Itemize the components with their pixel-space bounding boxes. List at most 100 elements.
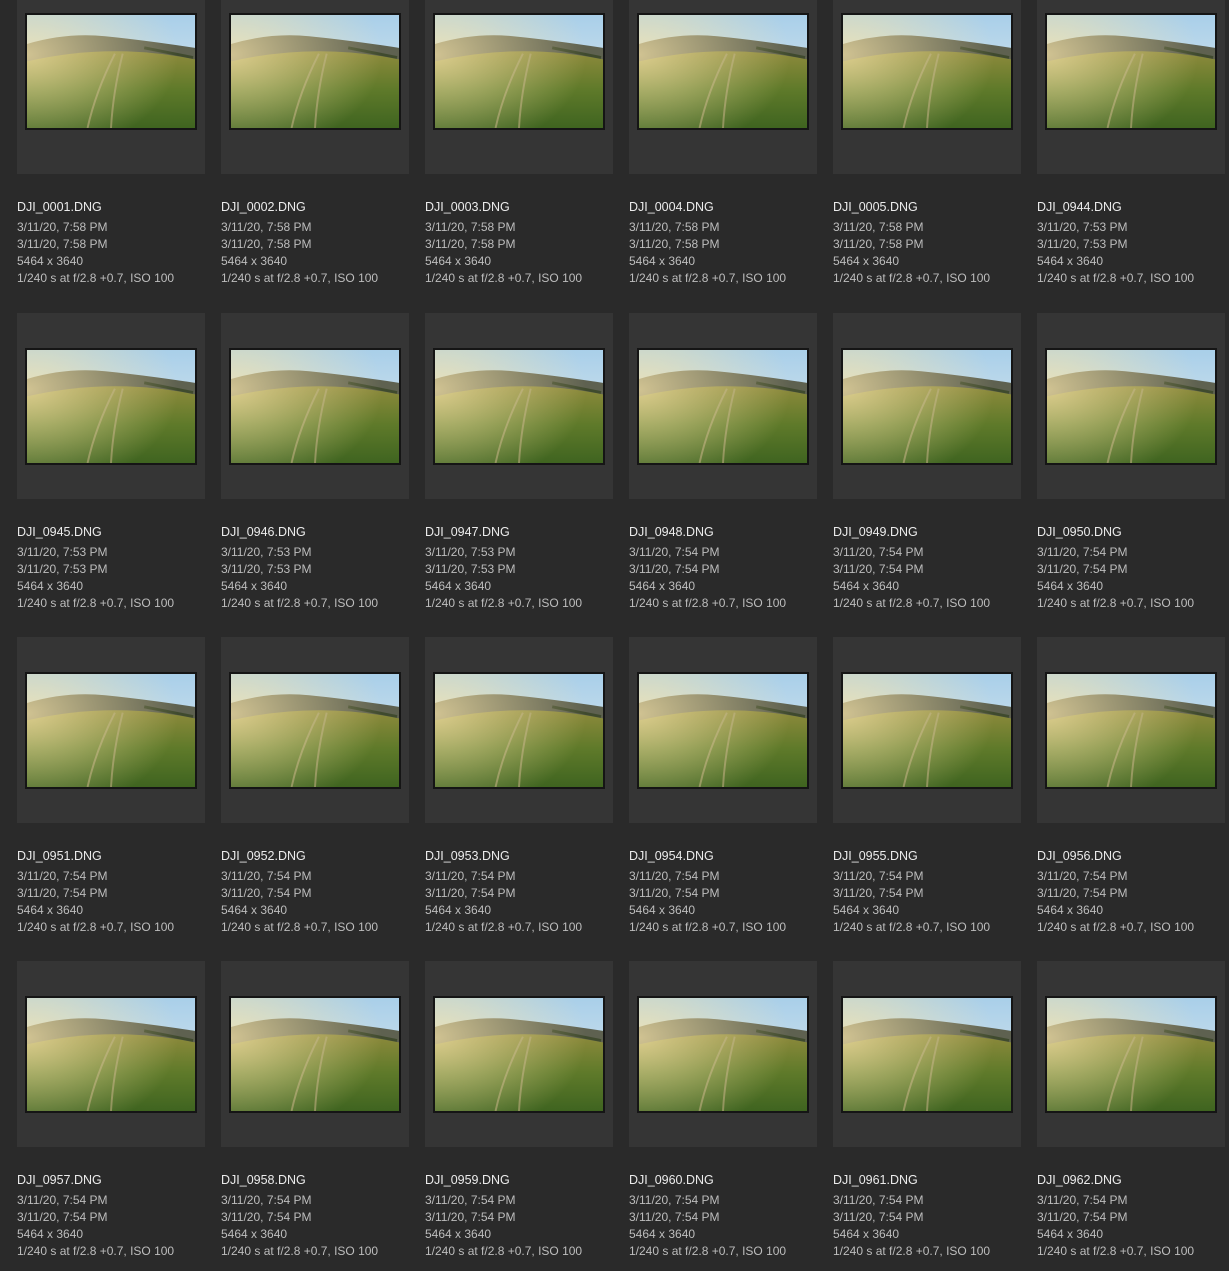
file-name[interactable]: DJI_0962.DNG xyxy=(1037,1173,1122,1187)
thumbnail-frame[interactable] xyxy=(221,637,409,823)
file-name[interactable]: DJI_0955.DNG xyxy=(833,849,918,863)
file-item[interactable]: DJI_0951.DNG 3/11/20, 7:54 PM 3/11/20, 7:5… xyxy=(17,637,205,947)
file-created-date: 3/11/20, 7:54 PM xyxy=(221,869,312,883)
thumbnail-frame[interactable] xyxy=(17,313,205,499)
file-item[interactable]: DJI_0944.DNG 3/11/20, 7:53 PM 3/11/20, 7:5… xyxy=(1037,0,1225,310)
file-item[interactable]: DJI_0946.DNG 3/11/20, 7:53 PM 3/11/20, 7:5… xyxy=(221,313,409,623)
exposure-info: 1/240 s at f/2.8 +0.7, ISO 100 xyxy=(629,271,787,285)
exposure-info: 1/240 s at f/2.8 +0.7, ISO 100 xyxy=(221,596,379,610)
thumbnail-frame[interactable] xyxy=(629,637,817,823)
exposure-info: 1/240 s at f/2.8 +0.7, ISO 100 xyxy=(17,1244,175,1258)
thumbnail-frame[interactable] xyxy=(221,961,409,1147)
file-item[interactable]: DJI_0954.DNG 3/11/20, 7:54 PM 3/11/20, 7:5… xyxy=(629,637,817,947)
file-item[interactable]: DJI_0959.DNG 3/11/20, 7:54 PM 3/11/20, 7:5… xyxy=(425,961,613,1271)
photo-thumbnail xyxy=(841,672,1013,789)
file-name[interactable]: DJI_0956.DNG xyxy=(1037,849,1122,863)
exposure-info: 1/240 s at f/2.8 +0.7, ISO 100 xyxy=(1037,920,1195,934)
file-created-date: 3/11/20, 7:58 PM xyxy=(425,220,516,234)
exposure-info: 1/240 s at f/2.8 +0.7, ISO 100 xyxy=(833,596,991,610)
thumbnail-frame[interactable] xyxy=(1037,0,1225,174)
thumbnail-frame[interactable] xyxy=(1037,637,1225,823)
file-name[interactable]: DJI_0945.DNG xyxy=(17,525,102,539)
file-name[interactable]: DJI_0960.DNG xyxy=(629,1173,714,1187)
thumbnail-frame[interactable] xyxy=(425,637,613,823)
file-modified-date: 3/11/20, 7:54 PM xyxy=(425,886,516,900)
exposure-info: 1/240 s at f/2.8 +0.7, ISO 100 xyxy=(221,271,379,285)
file-name[interactable]: DJI_0005.DNG xyxy=(833,200,918,214)
file-name[interactable]: DJI_0948.DNG xyxy=(629,525,714,539)
file-item[interactable]: DJI_0961.DNG 3/11/20, 7:54 PM 3/11/20, 7:5… xyxy=(833,961,1021,1271)
file-created-date: 3/11/20, 7:58 PM xyxy=(833,220,924,234)
file-name[interactable]: DJI_0958.DNG xyxy=(221,1173,306,1187)
thumbnail-frame[interactable] xyxy=(833,313,1021,499)
file-name[interactable]: DJI_0944.DNG xyxy=(1037,200,1122,214)
image-dimensions: 5464 x 3640 xyxy=(833,903,900,917)
thumbnail-frame[interactable] xyxy=(629,313,817,499)
thumbnail-frame[interactable] xyxy=(629,961,817,1147)
file-item[interactable]: DJI_0962.DNG 3/11/20, 7:54 PM 3/11/20, 7:5… xyxy=(1037,961,1225,1271)
file-item[interactable]: DJI_0956.DNG 3/11/20, 7:54 PM 3/11/20, 7:5… xyxy=(1037,637,1225,947)
thumbnail-frame[interactable] xyxy=(833,637,1021,823)
thumbnail-frame[interactable] xyxy=(833,961,1021,1147)
photo-thumbnail xyxy=(433,13,605,130)
file-name[interactable]: DJI_0950.DNG xyxy=(1037,525,1122,539)
exposure-info: 1/240 s at f/2.8 +0.7, ISO 100 xyxy=(425,1244,583,1258)
thumbnail-frame[interactable] xyxy=(221,313,409,499)
thumbnail-frame[interactable] xyxy=(833,0,1021,174)
file-name[interactable]: DJI_0951.DNG xyxy=(17,849,102,863)
file-name[interactable]: DJI_0961.DNG xyxy=(833,1173,918,1187)
file-item[interactable]: DJI_0947.DNG 3/11/20, 7:53 PM 3/11/20, 7:5… xyxy=(425,313,613,623)
file-created-date: 3/11/20, 7:54 PM xyxy=(17,1193,108,1207)
file-item[interactable]: DJI_0958.DNG 3/11/20, 7:54 PM 3/11/20, 7:5… xyxy=(221,961,409,1271)
file-name[interactable]: DJI_0949.DNG xyxy=(833,525,918,539)
thumbnail-frame[interactable] xyxy=(17,961,205,1147)
photo-thumbnail xyxy=(841,996,1013,1113)
photo-thumbnail xyxy=(25,996,197,1113)
file-item[interactable]: DJI_0953.DNG 3/11/20, 7:54 PM 3/11/20, 7:5… xyxy=(425,637,613,947)
image-dimensions: 5464 x 3640 xyxy=(17,579,84,593)
file-name[interactable]: DJI_0953.DNG xyxy=(425,849,510,863)
thumbnail-frame[interactable] xyxy=(425,313,613,499)
file-item[interactable]: DJI_0949.DNG 3/11/20, 7:54 PM 3/11/20, 7:5… xyxy=(833,313,1021,623)
photo-thumbnail xyxy=(229,996,401,1113)
thumbnail-frame[interactable] xyxy=(425,0,613,174)
file-created-date: 3/11/20, 7:54 PM xyxy=(833,869,924,883)
thumbnail-frame[interactable] xyxy=(17,637,205,823)
file-name[interactable]: DJI_0952.DNG xyxy=(221,849,306,863)
file-item[interactable]: DJI_0952.DNG 3/11/20, 7:54 PM 3/11/20, 7:5… xyxy=(221,637,409,947)
file-created-date: 3/11/20, 7:54 PM xyxy=(833,545,924,559)
file-modified-date: 3/11/20, 7:54 PM xyxy=(833,1210,924,1224)
thumbnail-frame[interactable] xyxy=(221,0,409,174)
file-item[interactable]: DJI_0955.DNG 3/11/20, 7:54 PM 3/11/20, 7:5… xyxy=(833,637,1021,947)
exposure-info: 1/240 s at f/2.8 +0.7, ISO 100 xyxy=(1037,1244,1195,1258)
file-name[interactable]: DJI_0946.DNG xyxy=(221,525,306,539)
file-name[interactable]: DJI_0959.DNG xyxy=(425,1173,510,1187)
file-item[interactable]: DJI_0960.DNG 3/11/20, 7:54 PM 3/11/20, 7:5… xyxy=(629,961,817,1271)
file-item[interactable]: DJI_0003.DNG 3/11/20, 7:58 PM 3/11/20, 7:5… xyxy=(425,0,613,310)
file-created-date: 3/11/20, 7:53 PM xyxy=(425,545,516,559)
file-name[interactable]: DJI_0957.DNG xyxy=(17,1173,102,1187)
thumbnail-frame[interactable] xyxy=(629,0,817,174)
file-item[interactable]: DJI_0948.DNG 3/11/20, 7:54 PM 3/11/20, 7:5… xyxy=(629,313,817,623)
file-name[interactable]: DJI_0004.DNG xyxy=(629,200,714,214)
file-name[interactable]: DJI_0002.DNG xyxy=(221,200,306,214)
thumbnail-frame[interactable] xyxy=(17,0,205,174)
file-item[interactable]: DJI_0957.DNG 3/11/20, 7:54 PM 3/11/20, 7:5… xyxy=(17,961,205,1271)
file-item[interactable]: DJI_0001.DNG 3/11/20, 7:58 PM 3/11/20, 7:5… xyxy=(17,0,205,310)
file-item[interactable]: DJI_0004.DNG 3/11/20, 7:58 PM 3/11/20, 7:5… xyxy=(629,0,817,310)
file-icon-grid: DJI_0001.DNG 3/11/20, 7:58 PM 3/11/20, 7:5… xyxy=(0,0,1229,1258)
exposure-info: 1/240 s at f/2.8 +0.7, ISO 100 xyxy=(629,1244,787,1258)
file-item[interactable]: DJI_0005.DNG 3/11/20, 7:58 PM 3/11/20, 7:5… xyxy=(833,0,1021,310)
file-modified-date: 3/11/20, 7:54 PM xyxy=(1037,1210,1128,1224)
thumbnail-frame[interactable] xyxy=(425,961,613,1147)
file-name[interactable]: DJI_0003.DNG xyxy=(425,200,510,214)
file-name[interactable]: DJI_0001.DNG xyxy=(17,200,102,214)
file-item[interactable]: DJI_0002.DNG 3/11/20, 7:58 PM 3/11/20, 7:5… xyxy=(221,0,409,310)
file-name[interactable]: DJI_0954.DNG xyxy=(629,849,714,863)
image-dimensions: 5464 x 3640 xyxy=(1037,903,1104,917)
file-item[interactable]: DJI_0945.DNG 3/11/20, 7:53 PM 3/11/20, 7:5… xyxy=(17,313,205,623)
file-name[interactable]: DJI_0947.DNG xyxy=(425,525,510,539)
file-item[interactable]: DJI_0950.DNG 3/11/20, 7:54 PM 3/11/20, 7:5… xyxy=(1037,313,1225,623)
thumbnail-frame[interactable] xyxy=(1037,961,1225,1147)
thumbnail-frame[interactable] xyxy=(1037,313,1225,499)
